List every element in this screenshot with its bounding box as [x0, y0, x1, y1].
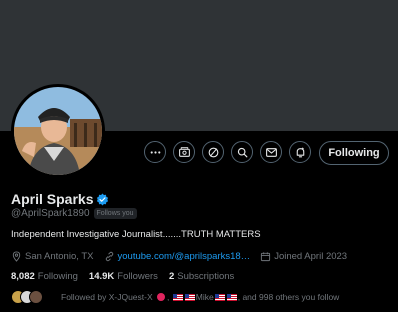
followed-by-text: Followed by X-JQuest-X , Mike, and 998 o… [61, 292, 340, 302]
website[interactable]: youtube.com/@aprilsparks18… [104, 251, 251, 262]
subscriptions-label: Subscriptions [177, 271, 235, 282]
subscriptions-count: 2 [168, 271, 175, 282]
followed-by-mid: Mike [195, 292, 214, 302]
profile-stats: 8,082 Following 14.9K Followers 2 Subscript… [11, 271, 245, 282]
subscribe-icon [178, 146, 190, 157]
search-icon [237, 147, 247, 157]
location: San Antonio, TX [11, 251, 94, 262]
us-flag-icon [214, 294, 225, 301]
following-stat[interactable]: 8,082 Following [11, 271, 78, 282]
grok-icon [208, 147, 218, 157]
location-icon [12, 251, 21, 262]
more-icon [150, 150, 160, 154]
followed-by[interactable]: Followed by X-JQuest-X , Mike, and 998 o… [11, 290, 339, 304]
followed-by-suffix: , and 998 others you follow [237, 292, 340, 302]
follower-avatar [29, 290, 43, 304]
followers-stat[interactable]: 14.9K Followers [89, 271, 158, 282]
profile-action-bar: Following [0, 141, 398, 165]
notify-icon [296, 147, 304, 157]
profile-name-row: April Sparks [11, 191, 109, 207]
followers-label: Followers [117, 271, 158, 282]
search-button[interactable] [231, 141, 253, 163]
joined-text: Joined April 2023 [274, 251, 348, 262]
subscriptions-stat[interactable]: 2 Subscriptions [169, 271, 234, 282]
profile-handle: @AprilSpark1890 [11, 208, 90, 219]
grok-button[interactable] [202, 141, 224, 163]
notify-button[interactable] [289, 141, 311, 163]
link-icon [105, 251, 113, 262]
follower-avatars [11, 290, 47, 304]
following-count: 8,082 [11, 271, 35, 282]
following-button[interactable]: Following [319, 141, 389, 165]
us-flag-icon [184, 294, 195, 301]
profile-name: April Sparks [11, 191, 94, 207]
calendar-icon [261, 252, 271, 262]
follows-you-badge: Follows you [93, 208, 137, 219]
burst-emoji-icon [157, 293, 166, 301]
website-link[interactable]: youtube.com/@aprilsparks18… [118, 251, 251, 262]
more-button[interactable] [144, 141, 166, 163]
joined-date: Joined April 2023 [260, 251, 347, 262]
profile-bio: Independent Investigative Journalist....… [11, 229, 261, 240]
handle-row: @AprilSpark1890 Follows you [11, 208, 137, 219]
verified-badge-icon[interactable] [96, 193, 109, 206]
message-icon [265, 147, 277, 157]
location-text: San Antonio, TX [25, 251, 94, 262]
us-flag-icon [226, 294, 237, 301]
following-label: Following [37, 271, 78, 282]
us-flag-icon [172, 294, 183, 301]
followed-by-prefix: Followed by X-JQuest-X [61, 292, 153, 302]
profile-meta: San Antonio, TX youtube.com/@aprilsparks… [11, 251, 396, 262]
followers-count: 14.9K [88, 271, 115, 282]
subscribe-button[interactable] [173, 141, 195, 163]
message-button[interactable] [260, 141, 282, 163]
